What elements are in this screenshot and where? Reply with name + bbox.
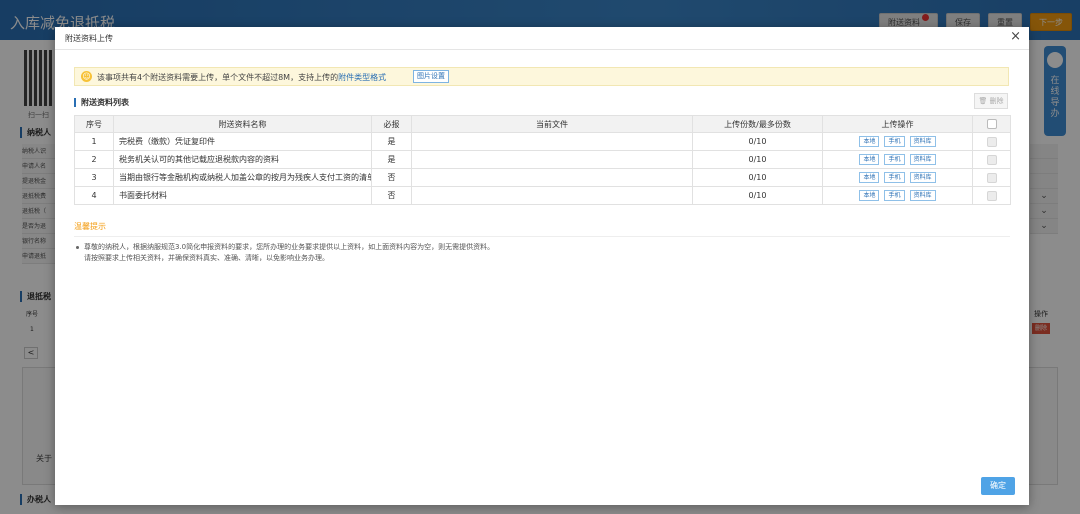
table-row: 3 当期由银行等金融机构或纳税人加盖公章的按月为残疾人支付工资的清单 否 0/1…	[74, 168, 1011, 187]
row-upload-ops: 本地 手机 资料库	[822, 150, 973, 169]
upload-library-button[interactable]: 资料库	[909, 154, 936, 165]
upload-phone-button[interactable]: 手机	[884, 190, 905, 201]
divider	[74, 236, 1010, 237]
tips-line: 请按照要求上传相关资料，并确保资料真实、准确、清晰，以免影响业务办理。	[84, 254, 329, 262]
dialog-title: 附送资料上传	[65, 34, 113, 43]
row-current-file	[411, 132, 693, 151]
row-seq: 3	[74, 168, 114, 187]
row-upload-ops: 本地 手机 资料库	[822, 168, 973, 187]
upload-local-button[interactable]: 本地	[859, 154, 880, 165]
table-row: 1 完税费（缴款）凭证复印件 是 0/10 本地 手机 资料库	[74, 132, 1011, 151]
divider	[55, 49, 1029, 50]
row-required: 是	[371, 132, 412, 151]
upload-phone-button[interactable]: 手机	[884, 172, 905, 183]
row-current-file	[411, 168, 693, 187]
tips-title: 温馨提示	[74, 222, 106, 231]
row-required: 否	[371, 168, 412, 187]
row-seq: 2	[74, 150, 114, 169]
row-count: 0/10	[692, 150, 823, 169]
delete-button[interactable]: 🗑 删除	[974, 93, 1008, 109]
tips-line: 尊敬的纳税人，根据纳服规范3.0简化申报资料的要求，您所办理的业务要求提供以上资…	[84, 243, 495, 251]
row-upload-ops: 本地 手机 资料库	[822, 132, 973, 151]
row-checkbox[interactable]	[986, 154, 997, 165]
attachments-table: 序号 附送资料名称 必报 当前文件 上传份数/最多份数 上传操作 1 完税费（缴…	[74, 115, 1011, 205]
row-name: 书面委托材料	[113, 186, 372, 205]
table-header-row: 序号 附送资料名称 必报 当前文件 上传份数/最多份数 上传操作	[74, 115, 1011, 133]
upload-local-button[interactable]: 本地	[859, 190, 880, 201]
row-select	[972, 150, 1011, 169]
row-select	[972, 186, 1011, 205]
image-settings-button[interactable]: 图片设置	[413, 70, 449, 83]
row-checkbox[interactable]	[986, 172, 997, 183]
upload-library-button[interactable]: 资料库	[909, 172, 936, 183]
upload-phone-button[interactable]: 手机	[884, 136, 905, 147]
col-select-all	[972, 115, 1011, 133]
row-name: 当期由银行等金融机构或纳税人加盖公章的按月为残疾人支付工资的清单	[113, 168, 372, 187]
notice-text: 该事项共有4个附送资料需要上传，单个文件不超过8M，支持上传的附件类型格式	[97, 73, 387, 82]
file-format-link[interactable]: 附件类型格式	[338, 73, 386, 82]
row-current-file	[411, 186, 693, 205]
row-count: 0/10	[692, 132, 823, 151]
row-select	[972, 168, 1011, 187]
col-current-file: 当前文件	[411, 115, 693, 133]
row-current-file	[411, 150, 693, 169]
attachment-upload-dialog: 附送资料上传 × ☺ 该事项共有4个附送资料需要上传，单个文件不超过8M，支持上…	[55, 27, 1029, 505]
row-required: 否	[371, 186, 412, 205]
col-seq: 序号	[74, 115, 114, 133]
list-title: 附送资料列表	[74, 98, 129, 107]
row-select	[972, 132, 1011, 151]
row-checkbox[interactable]	[986, 190, 997, 201]
tips-content: 尊敬的纳税人，根据纳服规范3.0简化申报资料的要求，您所办理的业务要求提供以上资…	[76, 242, 494, 264]
bullet-icon	[76, 245, 79, 249]
col-count: 上传份数/最多份数	[692, 115, 823, 133]
upload-library-button[interactable]: 资料库	[909, 136, 936, 147]
smile-icon: ☺	[81, 71, 92, 82]
col-name: 附送资料名称	[113, 115, 372, 133]
row-count: 0/10	[692, 186, 823, 205]
close-icon[interactable]: ×	[1010, 29, 1021, 44]
row-required: 是	[371, 150, 412, 169]
upload-library-button[interactable]: 资料库	[909, 190, 936, 201]
upload-local-button[interactable]: 本地	[859, 172, 880, 183]
select-all-checkbox[interactable]	[986, 119, 997, 129]
row-count: 0/10	[692, 168, 823, 187]
row-name: 税务机关认可的其他记载应退税款内容的资料	[113, 150, 372, 169]
row-name: 完税费（缴款）凭证复印件	[113, 132, 372, 151]
upload-local-button[interactable]: 本地	[859, 136, 880, 147]
upload-phone-button[interactable]: 手机	[884, 154, 905, 165]
col-upload-ops: 上传操作	[822, 115, 973, 133]
row-upload-ops: 本地 手机 资料库	[822, 186, 973, 205]
confirm-button[interactable]: 确定	[981, 477, 1015, 495]
notice-bar: ☺ 该事项共有4个附送资料需要上传，单个文件不超过8M，支持上传的附件类型格式 …	[74, 67, 1009, 86]
trash-icon: 🗑	[978, 97, 988, 105]
row-seq: 4	[74, 186, 114, 205]
row-seq: 1	[74, 132, 114, 151]
col-required: 必报	[371, 115, 412, 133]
table-row: 4 书面委托材料 否 0/10 本地 手机 资料库	[74, 186, 1011, 205]
table-row: 2 税务机关认可的其他记载应退税款内容的资料 是 0/10 本地 手机 资料库	[74, 150, 1011, 169]
row-checkbox[interactable]	[986, 136, 997, 147]
